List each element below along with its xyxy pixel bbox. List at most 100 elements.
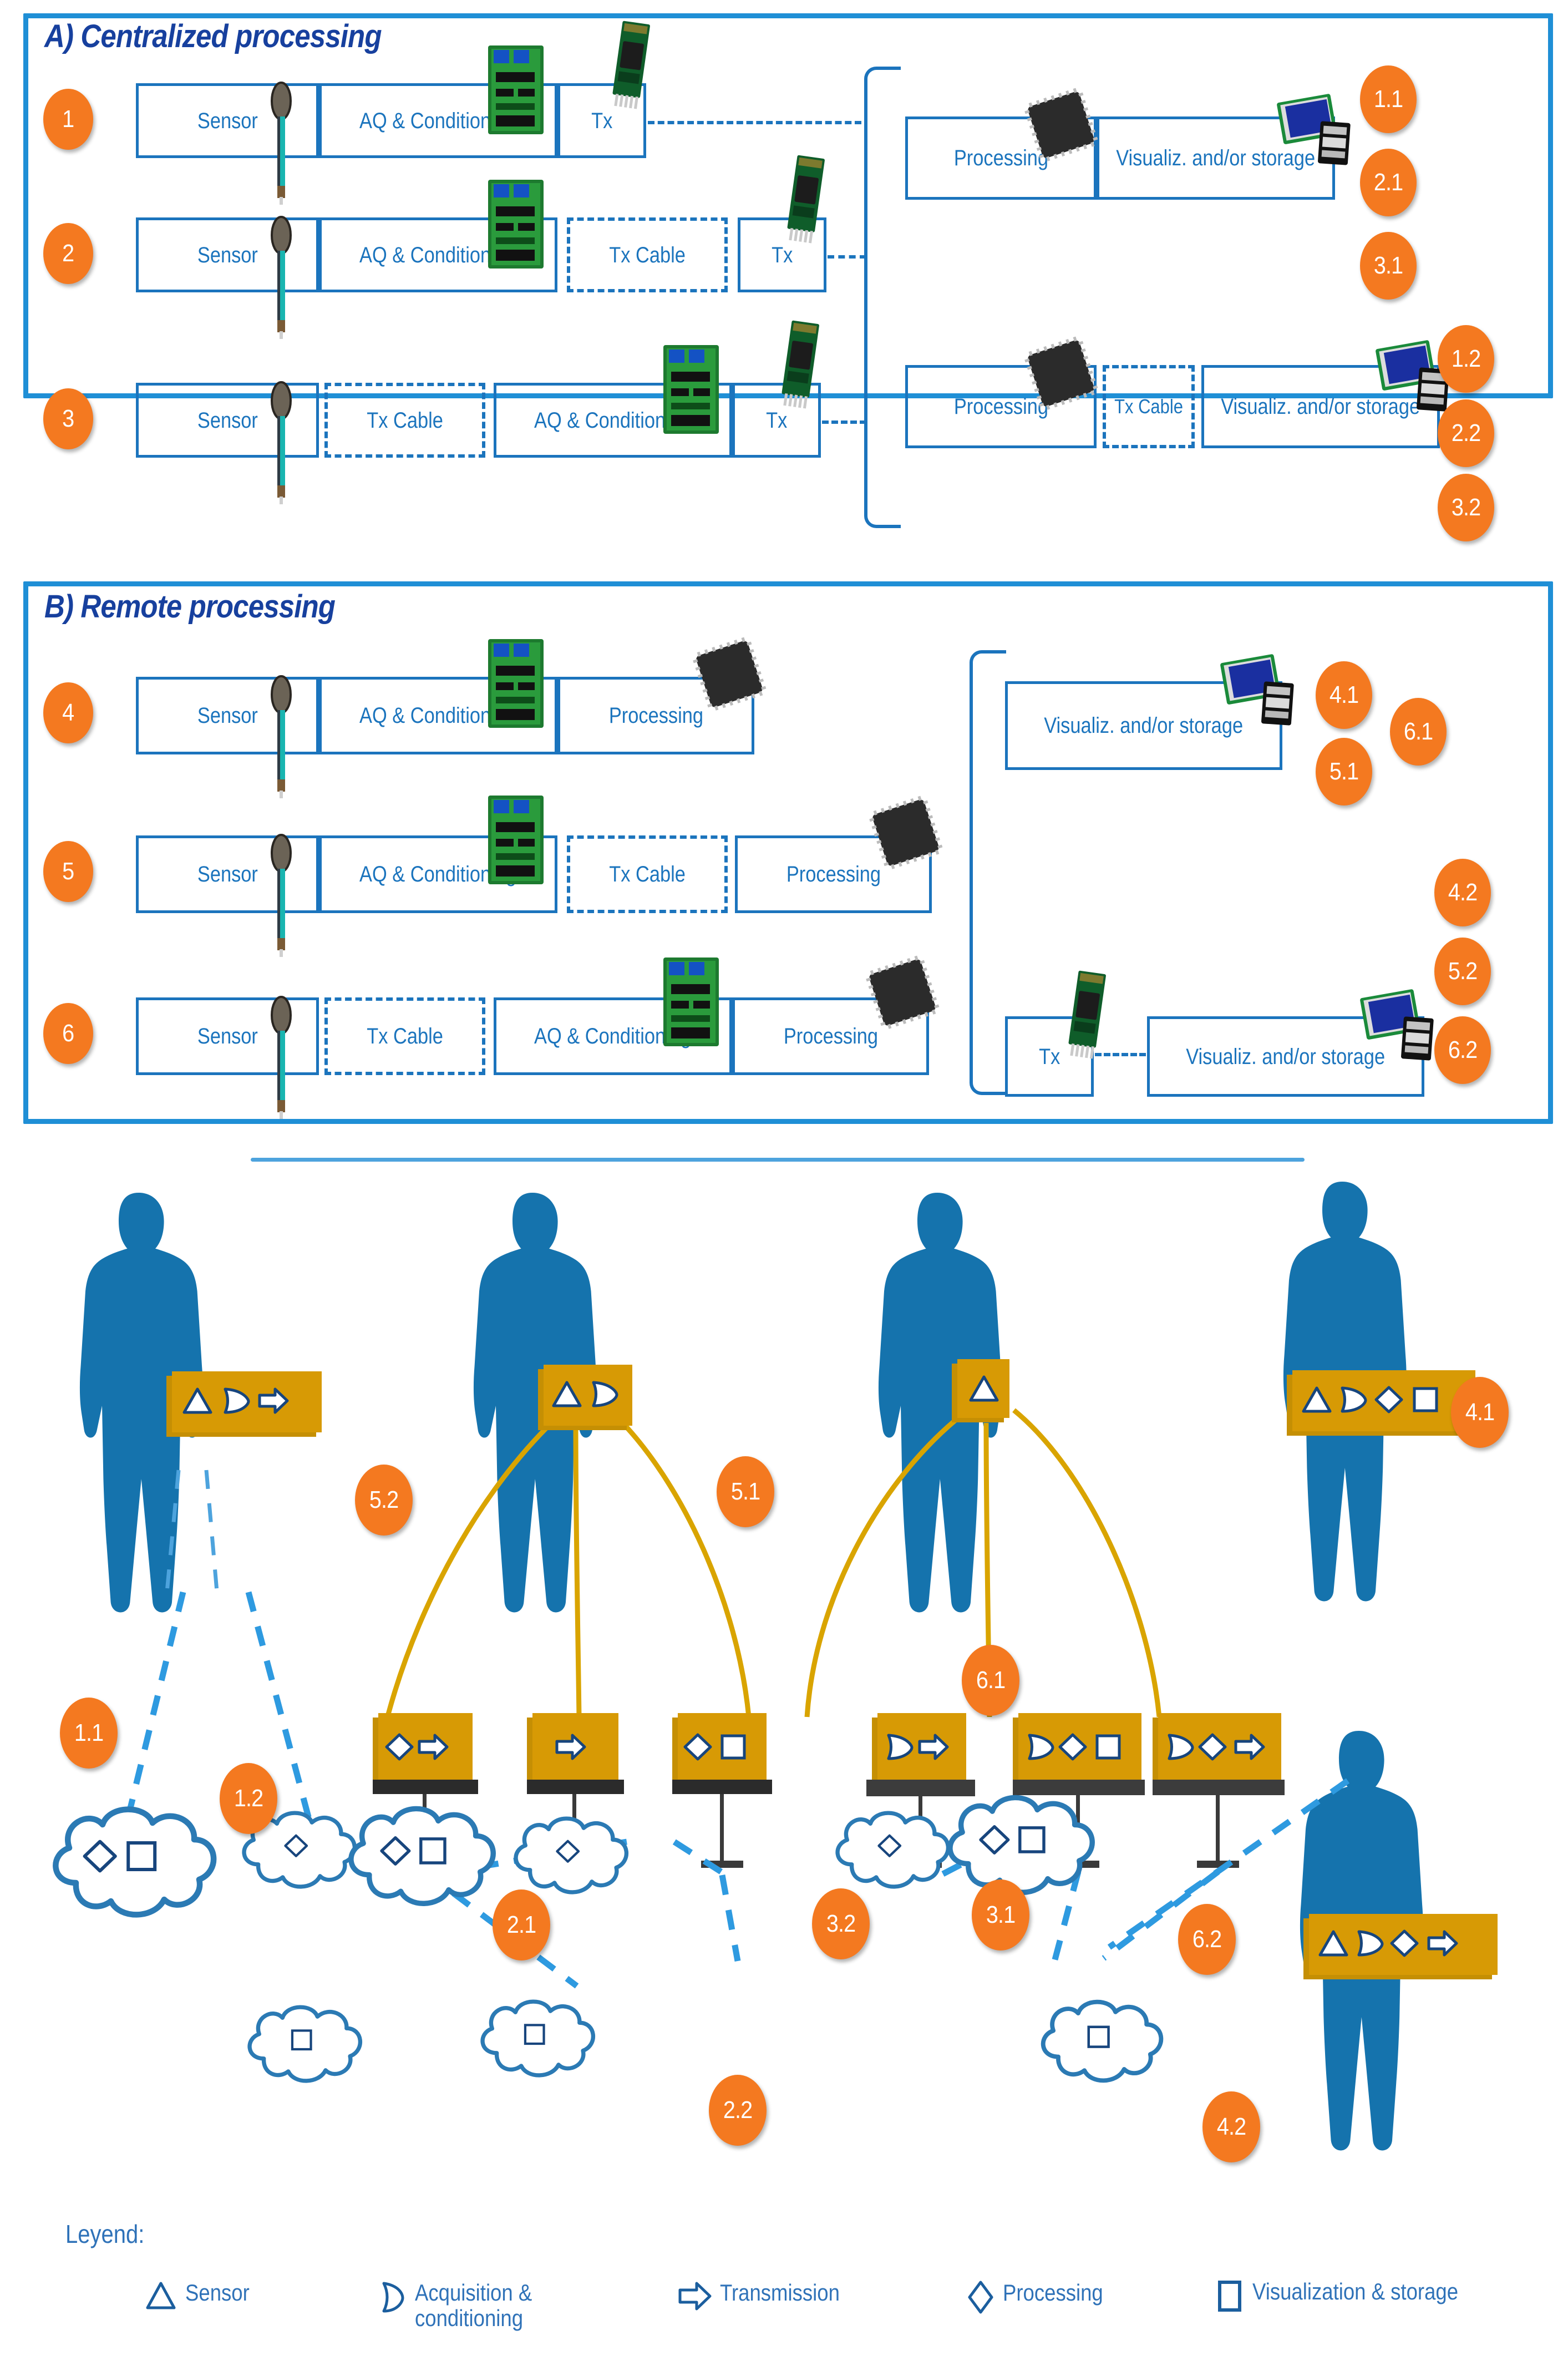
badge-5: 5	[43, 841, 93, 902]
person-2-device	[538, 1365, 632, 1430]
tabletop-device-6	[1153, 1713, 1285, 1868]
legend-item-sensor: Sensor	[145, 2279, 259, 2312]
badge-2-1: 2.1	[1360, 149, 1417, 216]
scene-badge-5-2: 5.2	[355, 1465, 413, 1536]
halfmoon-icon	[382, 2282, 404, 2313]
pcb-board-icon	[663, 345, 719, 434]
bluetooth-module-icon	[787, 155, 825, 244]
display-sdcard-icon	[1220, 654, 1294, 726]
person-3-device	[952, 1359, 1009, 1422]
badge-3: 3	[43, 388, 93, 449]
chip-icon	[693, 637, 767, 711]
fsr-sensor-icon	[271, 82, 292, 205]
legend-item-processing: Processing	[966, 2279, 1118, 2314]
fsr-sensor-icon	[271, 675, 292, 798]
badge-5-1: 5.1	[1316, 738, 1372, 805]
flowbox-txcable-a2: Tx Cable	[567, 217, 728, 292]
panel-a-bracket	[864, 67, 901, 528]
badge-1-1: 1.1	[1360, 65, 1417, 133]
flowbox-txcable-a-g2: Tx Cable	[1103, 365, 1195, 448]
pcb-board-icon	[488, 796, 544, 884]
scene-badge-2-2: 2.2	[709, 2075, 767, 2146]
scene-badge-3-1: 3.1	[972, 1879, 1029, 1951]
panel-b-title: B) Remote processing	[44, 589, 336, 625]
chip-icon	[1024, 88, 1098, 161]
scene-badge-5-1: 5.1	[717, 1456, 774, 1527]
pcb-board-icon	[663, 958, 719, 1046]
tabletop-device-3	[672, 1713, 772, 1868]
cloud-8	[950, 1797, 1092, 1892]
display-sdcard-icon	[1360, 989, 1434, 1061]
section-divider	[251, 1158, 1305, 1162]
badge-4-1: 4.1	[1316, 661, 1372, 729]
legend-title: Leyend:	[65, 2220, 145, 2248]
cloud-3	[250, 2007, 360, 2081]
display-sdcard-icon	[1277, 94, 1351, 165]
chip-icon	[1024, 336, 1098, 410]
legend-item-acquisition: Acquisition & conditioning	[377, 2279, 648, 2332]
scene-badge-6-2: 6.2	[1178, 1904, 1236, 1975]
panel-a-title: A) Centralized processing	[44, 18, 382, 54]
legend-label-visualization: Visualization & storage	[1252, 2278, 1459, 2304]
legend-label-sensor: Sensor	[185, 2279, 250, 2306]
panel-b-bracket	[970, 650, 1006, 1095]
badge-1: 1	[43, 89, 93, 150]
legend-label-acquisition: Acquisition & conditioning	[415, 2279, 532, 2332]
fsr-sensor-icon	[271, 216, 292, 339]
square-icon	[1218, 2281, 1241, 2312]
legend-label-transmission: Transmission	[720, 2279, 840, 2306]
fsr-sensor-icon	[271, 834, 292, 957]
wireless-link-a1	[648, 121, 861, 124]
pcb-board-icon	[488, 180, 544, 268]
cloud-4	[351, 1808, 493, 1903]
scene-badge-3-2: 3.2	[812, 1888, 870, 1959]
flowbox-txcable-a3: Tx Cable	[324, 383, 485, 458]
flowbox-txcable-b5: Tx Cable	[567, 835, 728, 913]
fsr-sensor-icon	[271, 381, 292, 504]
badge-2-2: 2.2	[1438, 399, 1494, 467]
scene-badge-6-1: 6.1	[962, 1645, 1019, 1716]
flowbox-txcable-b6: Tx Cable	[324, 997, 485, 1075]
lower-scene	[0, 1182, 1498, 2151]
cloud-9	[1043, 2002, 1161, 2081]
cloud-6	[483, 2002, 593, 2075]
legend-label-processing: Processing	[1003, 2279, 1103, 2306]
bluetooth-module-icon	[782, 320, 819, 409]
diamond-icon	[968, 2281, 993, 2314]
cloud-7	[838, 1813, 948, 1887]
bluetooth-module-icon	[1068, 970, 1106, 1059]
chip-icon	[869, 796, 943, 869]
badge-6-2: 6.2	[1434, 1016, 1491, 1084]
pcb-board-icon	[488, 45, 544, 134]
badge-3-2: 3.2	[1438, 474, 1494, 541]
chip-icon	[866, 955, 940, 1029]
badge-5-2: 5.2	[1434, 938, 1491, 1005]
wireless-link-b2	[1095, 1053, 1146, 1056]
scene-badge-2-1: 2.1	[493, 1889, 550, 1960]
wireless-link-a3	[822, 421, 866, 424]
bluetooth-module-icon	[612, 21, 650, 109]
person-5-device	[1303, 1914, 1498, 1979]
wireless-link-a2	[828, 255, 866, 259]
scene-badge-4-2: 4.2	[1202, 2091, 1260, 2162]
cloud-5	[516, 1818, 626, 1892]
scene-badge-1-1: 1.1	[60, 1698, 118, 1769]
triangle-icon	[146, 2282, 176, 2309]
badge-6: 6	[43, 1003, 93, 1064]
badge-4-2: 4.2	[1434, 859, 1491, 926]
person-1-device	[166, 1371, 322, 1437]
scene-badge-1-2: 1.2	[220, 1763, 277, 1834]
badge-6-1: 6.1	[1390, 698, 1447, 766]
legend-item-visualization: Visualization & storage	[1216, 2278, 1489, 2313]
fsr-sensor-icon	[271, 996, 292, 1119]
pcb-board-icon	[488, 639, 544, 728]
cloud-1	[55, 1810, 214, 1915]
badge-2: 2	[43, 223, 93, 284]
badge-3-1: 3.1	[1360, 232, 1417, 300]
scene-badge-4-1: 4.1	[1451, 1377, 1509, 1448]
arrow-icon	[678, 2282, 712, 2311]
badge-1-2: 1.2	[1438, 325, 1494, 393]
badge-4: 4	[43, 682, 93, 743]
legend-item-transmission: Transmission	[678, 2279, 857, 2312]
person-4-device	[1287, 1370, 1475, 1436]
